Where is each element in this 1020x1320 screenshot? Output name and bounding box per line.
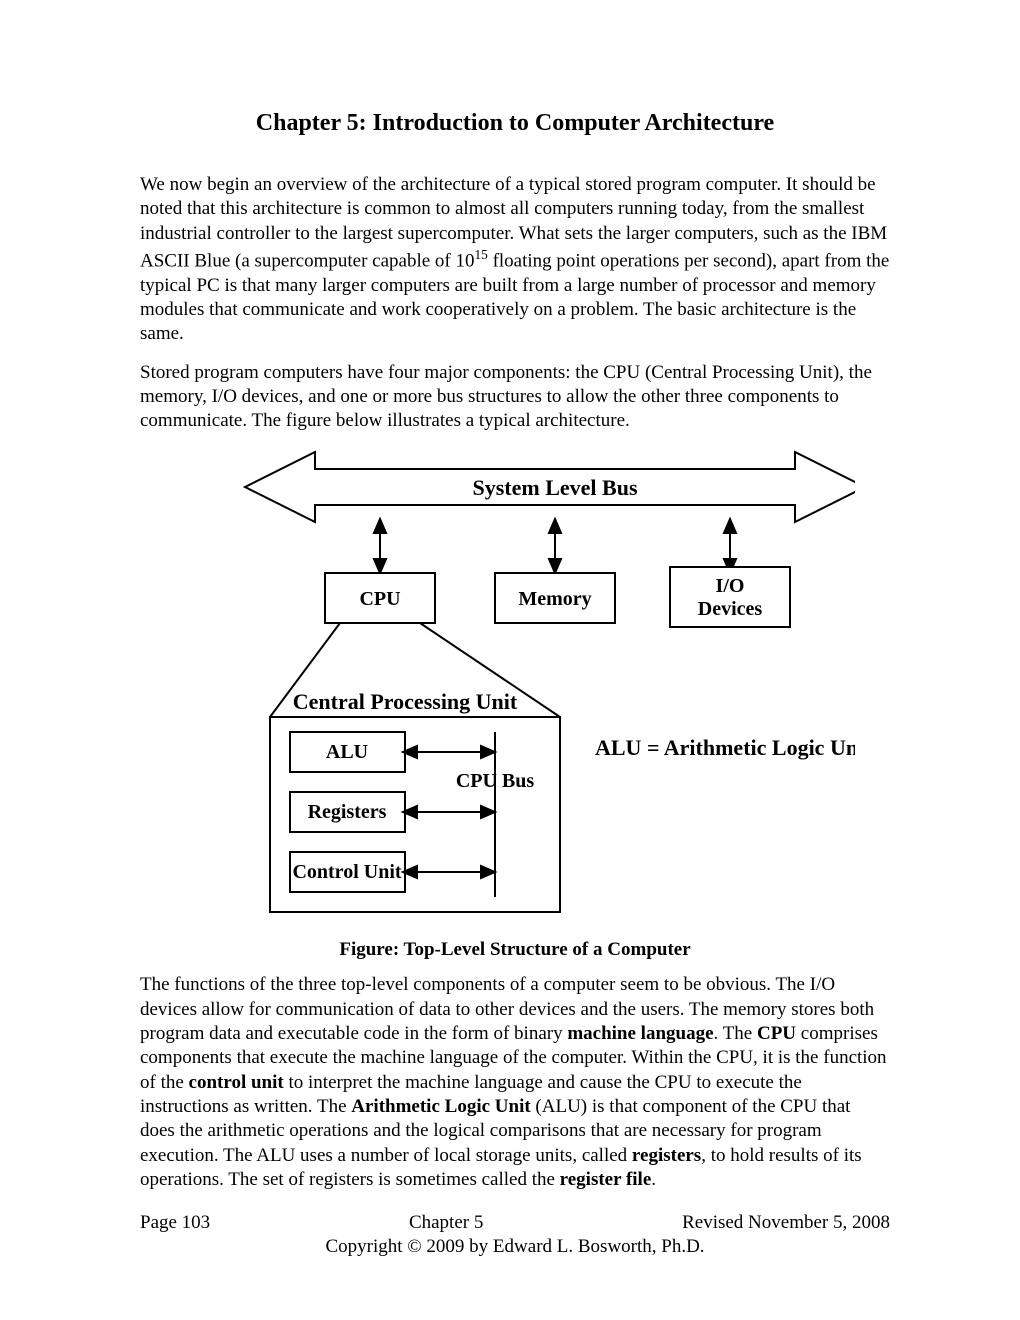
p3-d: CPU — [757, 1023, 796, 1044]
p3-c: . The — [714, 1023, 757, 1044]
cpu-heading: Central Processing Unit — [293, 689, 518, 714]
alu-note: ALU = Arithmetic Logic Unit — [595, 735, 855, 760]
control-unit-label: Control Unit — [292, 861, 401, 883]
p3-b: machine language — [567, 1023, 713, 1044]
paragraph-1: We now begin an overview of the architec… — [140, 173, 890, 347]
figure-caption: Figure: Top-Level Structure of a Compute… — [140, 939, 890, 961]
p3-h: Arithmetic Logic Unit — [351, 1096, 530, 1117]
para1-sup: 15 — [475, 247, 488, 262]
io-box-label-1: I/O — [716, 575, 745, 597]
cpu-bus-label: CPU Bus — [456, 770, 535, 792]
page-footer: Page 103 Chapter 5 Revised November 5, 2… — [140, 1212, 890, 1258]
p3-j: registers — [632, 1145, 701, 1166]
bus-label: System Level Bus — [473, 475, 638, 500]
p3-f: control unit — [189, 1072, 284, 1093]
p3-l: register file — [560, 1169, 652, 1190]
footer-copyright: Copyright © 2009 by Edward L. Bosworth, … — [140, 1236, 890, 1258]
cpu-box-label: CPU — [359, 588, 400, 610]
memory-box-label: Memory — [518, 588, 591, 610]
registers-label: Registers — [308, 801, 387, 823]
p3-m: . — [651, 1169, 656, 1190]
alu-label: ALU — [326, 741, 368, 763]
chapter-title: Chapter 5: Introduction to Computer Arch… — [140, 110, 890, 137]
footer-page: Page 103 — [140, 1212, 210, 1234]
architecture-diagram: System Level Bus CPU Memory — [140, 447, 890, 917]
footer-revised: Revised November 5, 2008 — [682, 1212, 890, 1234]
footer-chapter: Chapter 5 — [409, 1212, 483, 1234]
paragraph-2: Stored program computers have four major… — [140, 361, 890, 434]
paragraph-3: The functions of the three top-level com… — [140, 973, 890, 1192]
io-box-label-2: Devices — [698, 598, 763, 620]
